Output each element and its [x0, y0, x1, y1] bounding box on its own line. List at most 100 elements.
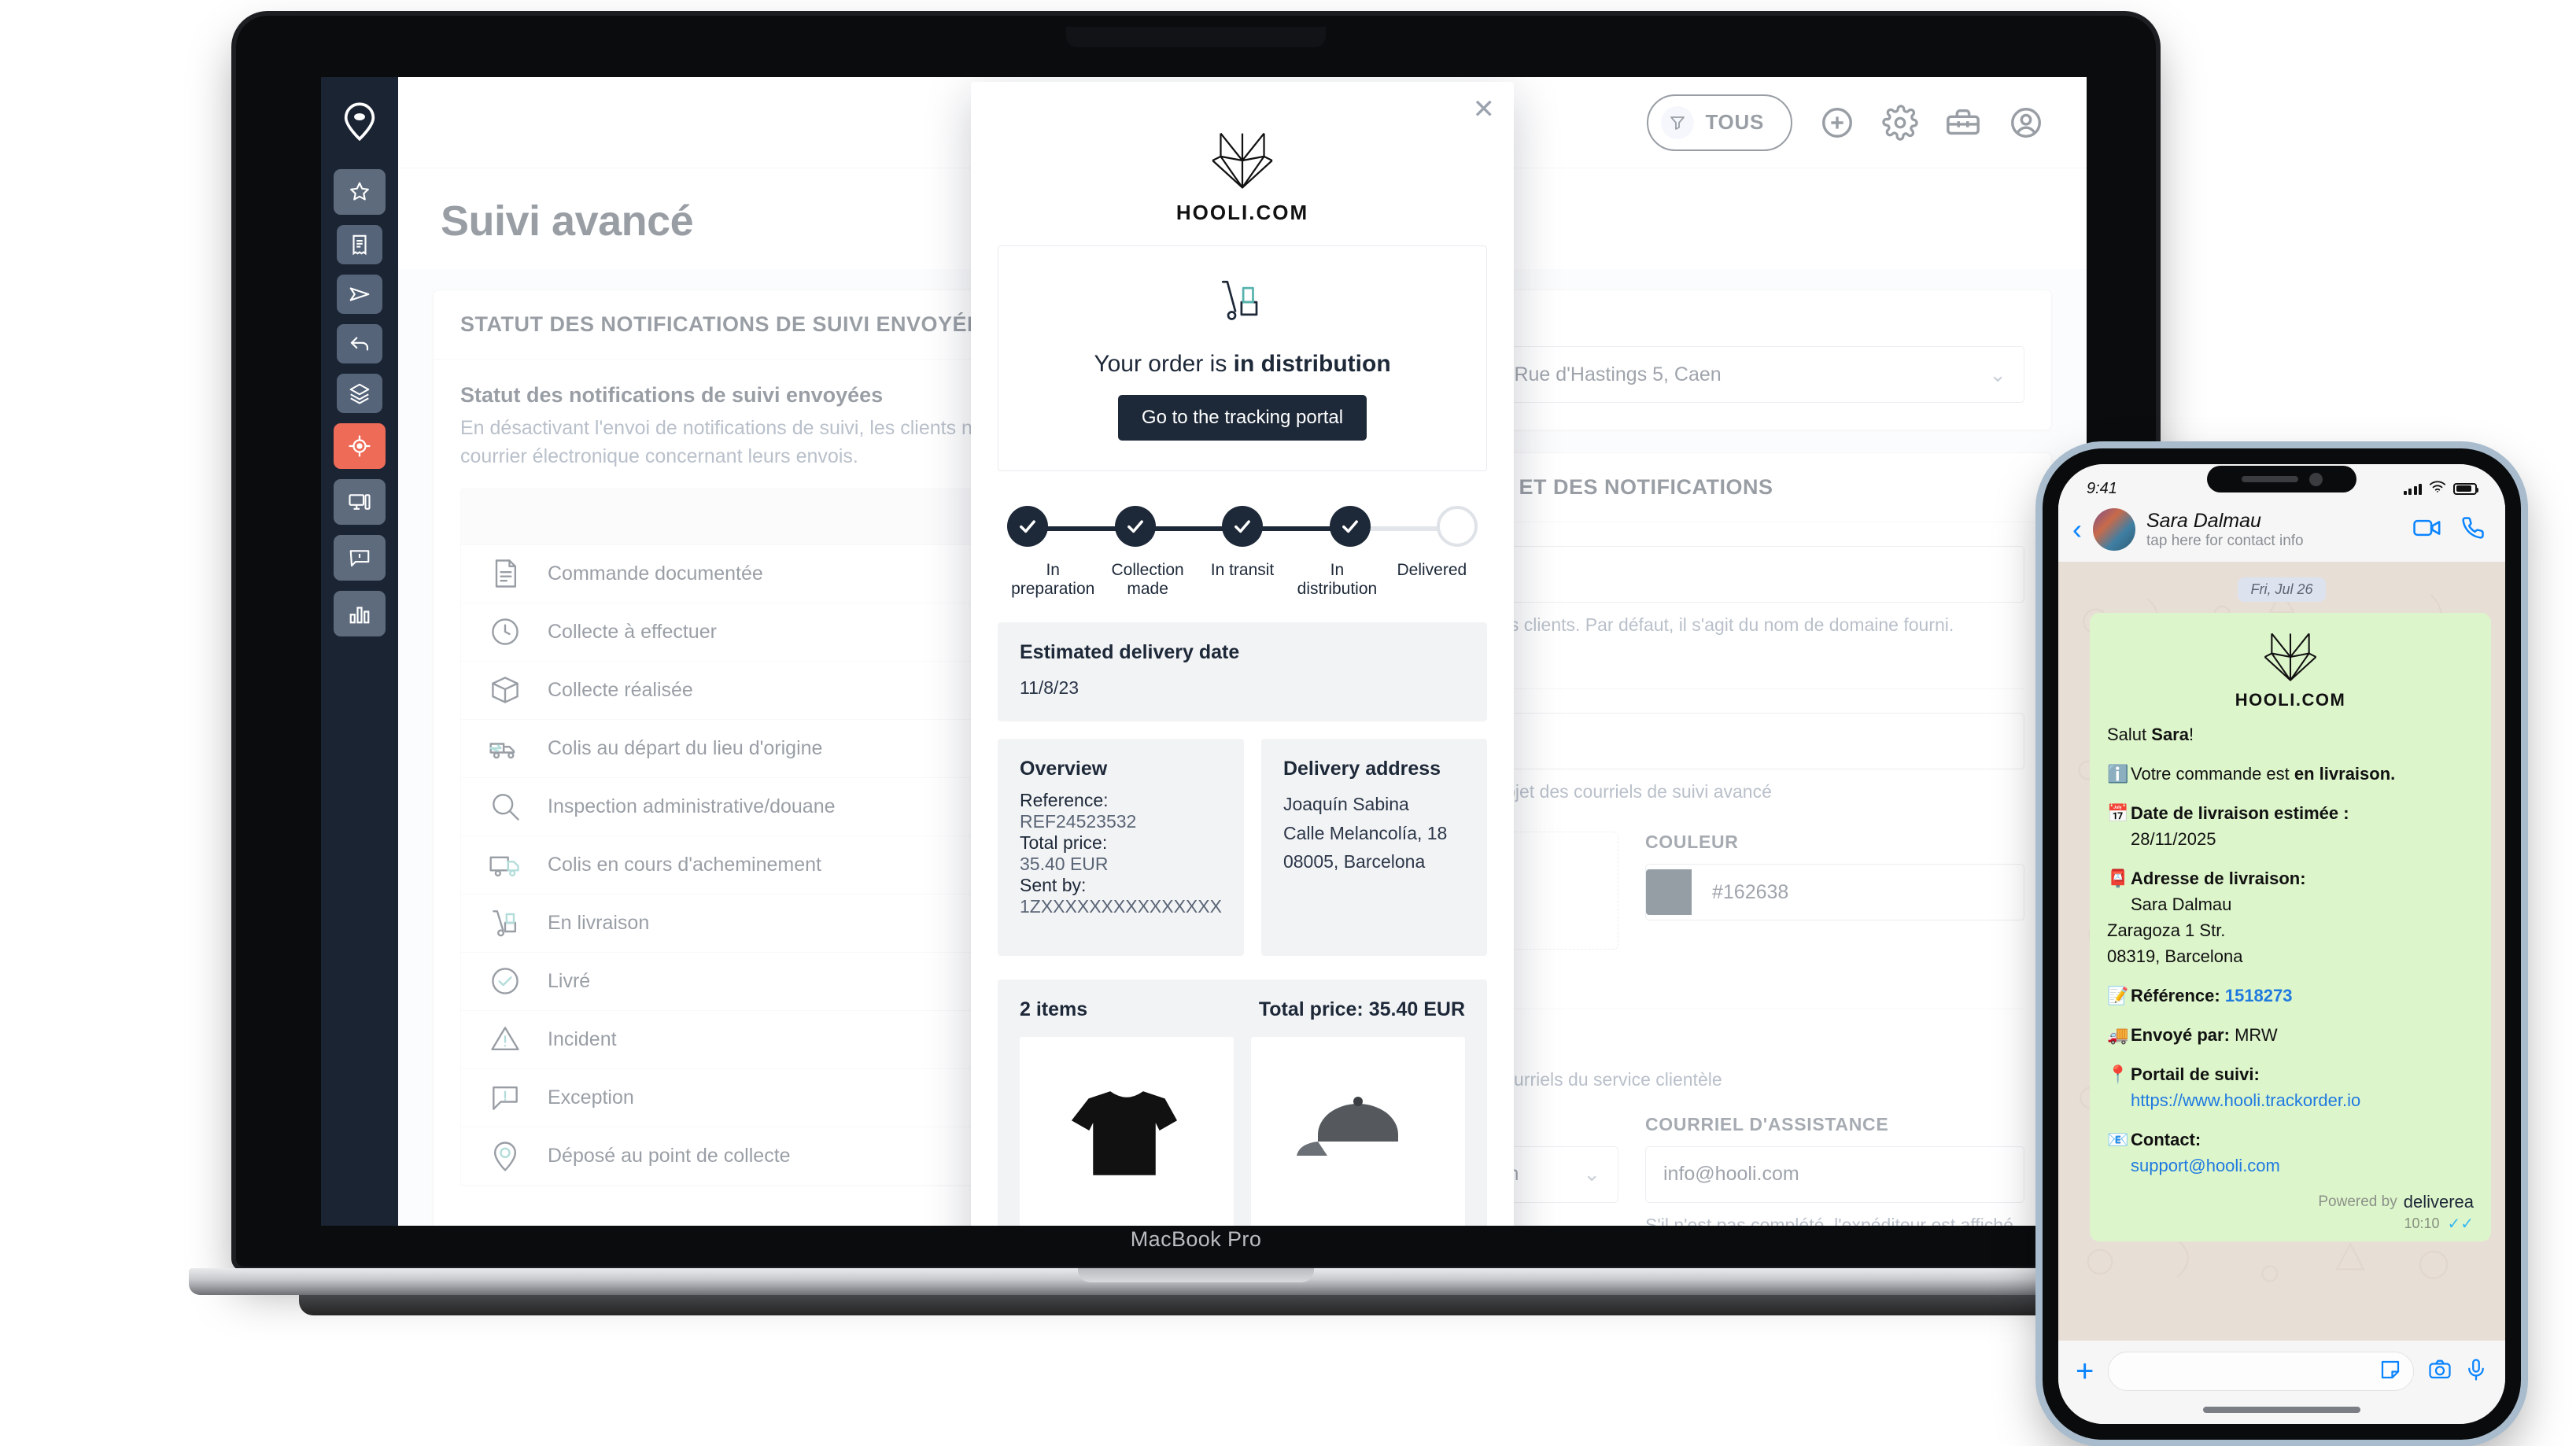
phone-icon[interactable] — [2458, 516, 2488, 544]
go-to-tracking-portal-button[interactable]: Go to the tracking portal — [1117, 395, 1367, 441]
sidebar-item-analytics[interactable] — [334, 591, 386, 636]
address-label: Adresse de livraison: — [2131, 869, 2306, 888]
items-header: 2 items Total price: 35.40 EUR — [1020, 998, 1465, 1021]
phone-body: 9:41 ‹ Sara Dalmau tap here for contact … — [2043, 448, 2521, 1440]
phone-input-bar: + — [2058, 1341, 2505, 1424]
microphone-icon[interactable] — [2464, 1358, 2488, 1385]
sidebar-item-returns[interactable] — [337, 324, 382, 363]
macbook-device: TOUS — [189, 16, 2203, 1345]
status-strong: en livraison. — [2294, 764, 2396, 784]
speaker-grille — [2241, 476, 2298, 482]
overview-key: Total price: — [1020, 832, 1108, 853]
camera-icon[interactable] — [2428, 1358, 2452, 1385]
sidebar-item-tracking[interactable] — [334, 423, 386, 469]
status-prefix: Votre commande est — [2131, 764, 2294, 784]
whatsapp-message-bubble: HOOLI.COM Salut Sara! ℹ️ Votre commande e… — [2090, 613, 2491, 1241]
message-address: 📮 Adresse de livraison: Sara Dalmau Zarago… — [2107, 865, 2474, 969]
greeting-suffix: ! — [2188, 725, 2194, 744]
chevron-left-icon[interactable]: ‹ — [2072, 515, 2082, 544]
sidebar-item-send[interactable] — [337, 275, 382, 314]
contact-label: Contact: — [2131, 1130, 2201, 1149]
greeting-prefix: Salut — [2107, 725, 2152, 744]
message-time: 10:10 — [2404, 1215, 2440, 1231]
phone-address-line: Sara Dalmau — [2131, 895, 2232, 914]
hero-title: Your order is in distribution — [1094, 351, 1390, 378]
date-divider: Fri, Jul 26 — [2238, 577, 2326, 602]
items-total: Total price: 35.40 EUR — [1258, 998, 1465, 1020]
laptop-model-label: MacBook Pro — [1130, 1227, 1262, 1251]
status-indicators — [2403, 480, 2478, 498]
address-line: Joaquín Sabina — [1282, 793, 1409, 814]
truck-emoji: 🚚 — [2107, 1025, 2129, 1045]
check-icon — [1127, 520, 1143, 533]
laptop-base — [189, 1268, 2203, 1295]
signal-bars-icon — [2403, 482, 2422, 495]
sidebar-item-invoices[interactable] — [337, 225, 382, 264]
chat-header: ‹ Sara Dalmau tap here for contact info — [2058, 504, 2505, 562]
chat-thread: Fri, Jul 26 HOOLI.COM Salut Sara! ℹ️ Vot… — [2058, 562, 2505, 1341]
check-icon — [1342, 520, 1358, 533]
overview-row: Sent by: 1ZXXXXXXXXXXXXXXX — [1020, 875, 1222, 917]
memo-emoji: 📝 — [2107, 986, 2129, 1005]
input-actions — [2428, 1358, 2488, 1385]
deliverea-pin-logo-icon — [335, 98, 384, 146]
contact-info[interactable]: Sara Dalmau tap here for contact info — [2146, 510, 2401, 550]
carrier-label: Envoyé par: — [2131, 1025, 2230, 1045]
sidebar-item-monitor[interactable] — [334, 479, 386, 525]
tracking-preview-modal: ✕ HOOLI.COM Your order is in distributio… — [971, 82, 1514, 1226]
black-tshirt-image — [1020, 1036, 1234, 1226]
overview-key: Sent by: — [1020, 874, 1087, 895]
message-portal: 📍 Portail de suivi: https://www.hooli.tra… — [2107, 1061, 2474, 1113]
step-dot-done — [1329, 506, 1371, 547]
battery-icon — [2453, 482, 2478, 495]
contact-email[interactable]: support@hooli.com — [2107, 1156, 2280, 1175]
check-icon — [1020, 520, 1035, 533]
eta-title: Estimated delivery date — [1020, 641, 1240, 663]
items-list: Camiseta negra - Talla S878687Price: 25.… — [1020, 1036, 1465, 1226]
tracking-steps: In preparation Collection made In transit I… — [1006, 506, 1479, 599]
laptop-screen: TOUS — [321, 77, 2087, 1226]
message-eta: 📅 Date de livraison estimée : 28/11/2025 — [2107, 800, 2474, 852]
step-dot-pending — [1437, 506, 1478, 547]
overview-title: Overview — [1020, 757, 1108, 780]
plus-icon[interactable]: + — [2076, 1356, 2094, 1387]
sticker-icon[interactable] — [2379, 1358, 2402, 1385]
order-item: Camiseta negra - Talla S878687Price: 25.… — [1020, 1036, 1234, 1226]
video-camera-icon[interactable] — [2412, 516, 2442, 544]
sidebar-item-incidents[interactable] — [334, 535, 386, 581]
read-receipt-icon: ✓✓ — [2447, 1215, 2474, 1233]
message-input[interactable] — [2108, 1352, 2414, 1391]
overview-value: REF24523532 — [1020, 810, 1137, 832]
items-panel: 2 items Total price: 35.40 EUR Camiseta … — [998, 979, 1487, 1226]
portal-link[interactable]: https://www.hooli.trackorder.io — [2107, 1090, 2360, 1110]
sidebar-item-layers[interactable] — [337, 374, 382, 413]
overview-row: Total price: 35.40 EUR — [1020, 832, 1222, 875]
phone-address-line: Zaragoza 1 Str. — [2107, 920, 2226, 940]
close-icon[interactable]: ✕ — [1473, 96, 1496, 123]
message-powered-by: Powered by deliverea — [2107, 1192, 2474, 1212]
hooli-logo-icon-phone — [2261, 630, 2320, 688]
iphone-device: 9:41 ‹ Sara Dalmau tap here for contact … — [2043, 448, 2521, 1440]
phone-address-line: 08319, Barcelona — [2107, 946, 2243, 966]
hooli-logo-icon — [1209, 129, 1276, 196]
step-label: In preparation — [1011, 561, 1095, 598]
app-sidebar-rail — [321, 77, 398, 1226]
message-contact: 📧 Contact: support@hooli.com — [2107, 1127, 2474, 1179]
overview-key: Reference: — [1020, 789, 1109, 810]
screenshot-root: TOUS — [0, 0, 2576, 1446]
overview-address-row: Overview Reference: REF24523532 Total pric… — [998, 738, 1487, 956]
delivery-address-panel: Delivery address Joaquín Sabina Calle Mel… — [1260, 738, 1487, 956]
laptop-base-shadow — [299, 1295, 2093, 1315]
carrier-value: MRW — [2235, 1025, 2278, 1045]
app-content: TOUS — [398, 77, 2087, 1226]
contact-subtitle: tap here for contact info — [2146, 532, 2304, 549]
steps-track — [1006, 506, 1479, 547]
input-row: + — [2076, 1352, 2488, 1391]
calendar-emoji: 📅 — [2107, 803, 2129, 823]
contact-name: Sara Dalmau — [2146, 509, 2261, 532]
avatar[interactable] — [2093, 508, 2135, 551]
overview-row: Reference: REF24523532 — [1020, 790, 1222, 832]
wifi-icon — [2429, 480, 2446, 498]
laptop-notch — [1066, 27, 1326, 47]
sidebar-item-favorites[interactable] — [334, 169, 386, 215]
